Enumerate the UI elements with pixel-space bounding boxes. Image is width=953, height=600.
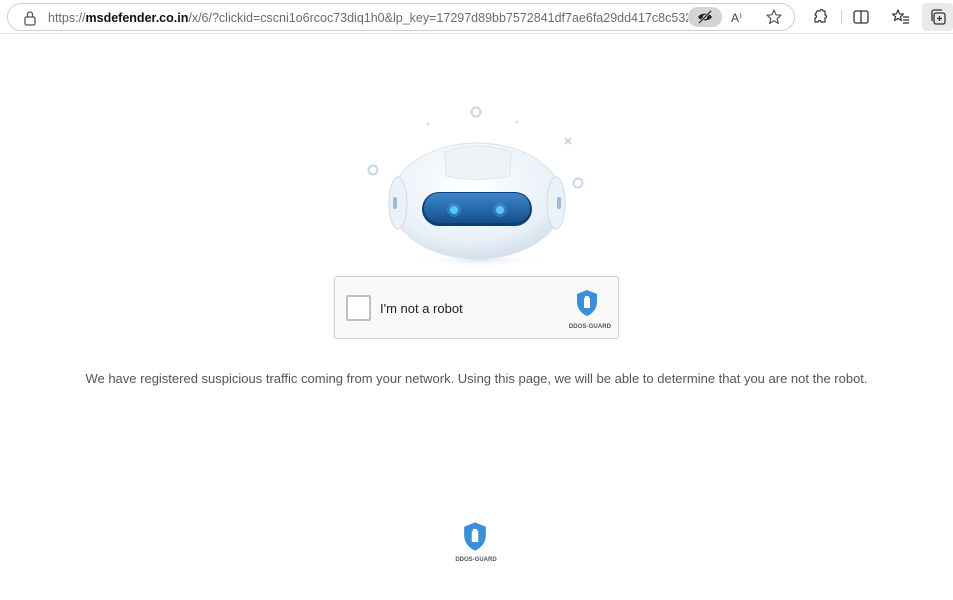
ddos-guard-footer-shield-icon (464, 522, 486, 551)
favorites-icon[interactable] (891, 7, 911, 27)
url-path: /x/6/?clickid=cscni1o6rcoc73diq1h0&lp_ke… (188, 11, 688, 25)
split-screen-icon[interactable] (851, 7, 871, 27)
url-text[interactable]: https://msdefender.co.in/x/6/?clickid=cs… (48, 10, 688, 26)
read-aloud-icon[interactable]: A⁾ (731, 9, 751, 27)
robot-checkbox[interactable] (346, 295, 371, 321)
toolbar-separator (841, 10, 842, 24)
browser-toolbar: https://msdefender.co.in/x/6/?clickid=cs… (0, 0, 953, 34)
tracking-prevention-icon (698, 10, 712, 24)
captcha-brand-text: DDOS-GUARD (568, 324, 612, 330)
robot-illustration (367, 106, 584, 268)
favorite-star-icon[interactable] (765, 8, 783, 26)
extensions-icon[interactable] (810, 7, 830, 27)
collections-button[interactable] (922, 3, 953, 31)
url-host: msdefender.co.in (85, 11, 189, 25)
captcha-label: I'm not a robot (380, 301, 463, 316)
lock-icon[interactable] (23, 10, 37, 26)
footer-brand-text: DDOS-GUARD (455, 557, 497, 563)
ddos-guard-shield-icon (577, 290, 597, 316)
address-bar[interactable]: https://msdefender.co.in/x/6/?clickid=cs… (7, 3, 795, 31)
suspicious-traffic-message: We have registered suspicious traffic co… (85, 371, 868, 386)
collections-icon (931, 9, 946, 25)
captcha-widget: I'm not a robot DDOS-GUARD (334, 276, 619, 339)
tracking-prevention-button[interactable] (688, 7, 722, 27)
url-prefix: https:// (48, 11, 86, 25)
